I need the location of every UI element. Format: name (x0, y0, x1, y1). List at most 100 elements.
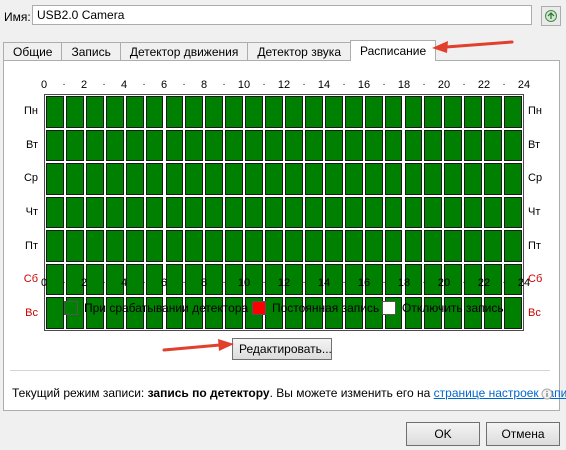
schedule-cell[interactable] (484, 196, 503, 229)
schedule-cell[interactable] (384, 129, 403, 162)
schedule-cell[interactable] (285, 96, 303, 128)
tab-sound-detector[interactable]: Детектор звука (247, 42, 351, 61)
schedule-cell[interactable] (504, 230, 522, 262)
schedule-cell[interactable] (444, 196, 463, 229)
schedule-cell[interactable] (65, 230, 84, 262)
schedule-cell[interactable] (344, 96, 363, 128)
schedule-cell[interactable] (46, 129, 64, 162)
schedule-cell[interactable] (384, 230, 403, 262)
schedule-cell[interactable] (444, 96, 463, 128)
schedule-cell[interactable] (245, 129, 264, 162)
schedule-cell[interactable] (404, 230, 423, 262)
schedule-cell[interactable] (285, 230, 303, 262)
schedule-cell[interactable] (364, 129, 383, 162)
schedule-cell[interactable] (344, 196, 363, 229)
schedule-cell[interactable] (484, 163, 503, 195)
schedule-cell[interactable] (145, 96, 164, 128)
schedule-cell[interactable] (205, 96, 224, 128)
schedule-cell[interactable] (165, 129, 184, 162)
schedule-cell[interactable] (384, 196, 403, 229)
schedule-cell[interactable] (364, 230, 383, 262)
schedule-cell[interactable] (165, 163, 184, 195)
schedule-cell[interactable] (285, 129, 303, 162)
schedule-cell[interactable] (65, 163, 84, 195)
schedule-cell[interactable] (504, 163, 522, 195)
schedule-cell[interactable] (165, 196, 184, 229)
schedule-cell[interactable] (404, 163, 423, 195)
schedule-cell[interactable] (484, 230, 503, 262)
schedule-cell[interactable] (344, 163, 363, 195)
schedule-cell[interactable] (364, 196, 383, 229)
schedule-cell[interactable] (324, 96, 343, 128)
schedule-cell[interactable] (464, 230, 483, 262)
schedule-cell[interactable] (245, 230, 264, 262)
schedule-cell[interactable] (225, 96, 244, 128)
schedule-cell[interactable] (145, 163, 164, 195)
schedule-cell[interactable] (504, 129, 522, 162)
refresh-name-button[interactable] (541, 6, 561, 26)
schedule-cell[interactable] (65, 129, 84, 162)
schedule-cell[interactable] (105, 96, 124, 128)
schedule-cell[interactable] (185, 230, 204, 262)
schedule-cell[interactable] (225, 163, 244, 195)
schedule-cell[interactable] (205, 230, 224, 262)
schedule-cell[interactable] (464, 96, 483, 128)
schedule-cell[interactable] (285, 196, 303, 229)
schedule-cell[interactable] (464, 163, 483, 195)
schedule-cell[interactable] (125, 230, 144, 262)
schedule-cell[interactable] (185, 163, 204, 195)
schedule-cell[interactable] (384, 96, 403, 128)
name-input[interactable] (32, 5, 532, 25)
schedule-cell[interactable] (364, 163, 383, 195)
schedule-cell[interactable] (65, 96, 84, 128)
schedule-cell[interactable] (285, 163, 303, 195)
schedule-cell[interactable] (245, 196, 264, 229)
schedule-cell[interactable] (125, 129, 144, 162)
edit-schedule-button[interactable]: Редактировать... (232, 338, 332, 360)
schedule-cell[interactable] (205, 196, 224, 229)
schedule-cell[interactable] (424, 163, 443, 195)
schedule-cell[interactable] (444, 230, 463, 262)
schedule-cell[interactable] (265, 163, 283, 195)
schedule-cell[interactable] (424, 129, 443, 162)
schedule-grid[interactable] (44, 94, 524, 331)
schedule-cell[interactable] (185, 129, 204, 162)
schedule-cell[interactable] (46, 163, 64, 195)
tab-schedule[interactable]: Расписание (350, 40, 437, 61)
schedule-cell[interactable] (324, 129, 343, 162)
schedule-cell[interactable] (225, 230, 244, 262)
schedule-cell[interactable] (265, 96, 283, 128)
schedule-cell[interactable] (304, 129, 323, 162)
schedule-cell[interactable] (324, 196, 343, 229)
schedule-cell[interactable] (504, 96, 522, 128)
schedule-cell[interactable] (364, 96, 383, 128)
schedule-cell[interactable] (265, 129, 283, 162)
schedule-cell[interactable] (404, 96, 423, 128)
schedule-cell[interactable] (46, 297, 64, 329)
schedule-cell[interactable] (145, 230, 164, 262)
schedule-cell[interactable] (205, 129, 224, 162)
schedule-cell[interactable] (504, 297, 522, 329)
schedule-cell[interactable] (85, 230, 104, 262)
tab-recording[interactable]: Запись (61, 42, 121, 61)
tab-general[interactable]: Общие (3, 42, 63, 61)
schedule-cell[interactable] (225, 129, 244, 162)
schedule-cell[interactable] (85, 96, 104, 128)
schedule-cell[interactable] (105, 129, 124, 162)
schedule-cell[interactable] (265, 196, 283, 229)
schedule-cell[interactable] (404, 129, 423, 162)
schedule-cell[interactable] (304, 96, 323, 128)
schedule-cell[interactable] (165, 230, 184, 262)
schedule-cell[interactable] (185, 196, 204, 229)
schedule-cell[interactable] (324, 230, 343, 262)
schedule-cell[interactable] (324, 163, 343, 195)
schedule-cell[interactable] (105, 230, 124, 262)
schedule-cell[interactable] (85, 196, 104, 229)
schedule-cell[interactable] (46, 96, 64, 128)
schedule-cell[interactable] (125, 163, 144, 195)
schedule-cell[interactable] (424, 96, 443, 128)
schedule-cell[interactable] (145, 196, 164, 229)
schedule-cell[interactable] (85, 129, 104, 162)
schedule-cell[interactable] (265, 230, 283, 262)
schedule-cell[interactable] (304, 196, 323, 229)
